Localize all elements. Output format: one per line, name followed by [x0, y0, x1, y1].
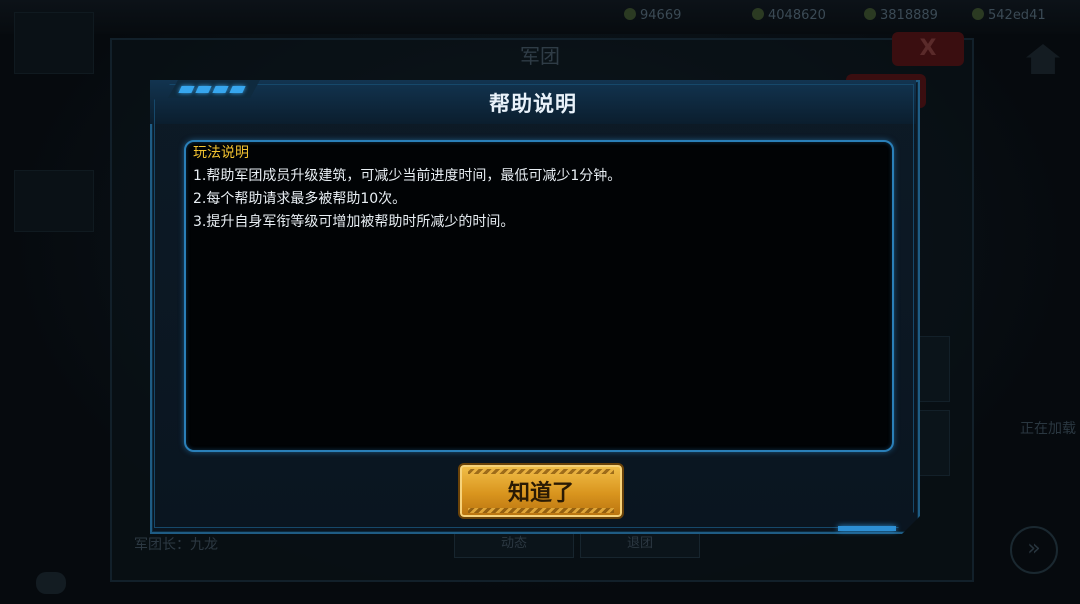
right-side-slot[interactable]	[916, 336, 950, 402]
loading-text: 正在加载	[1020, 421, 1076, 437]
help-line: 2.每个帮助请求最多被帮助10次。	[193, 191, 407, 207]
help-content-box	[184, 140, 894, 452]
double-chevron-icon[interactable]: »	[1010, 526, 1058, 574]
side-slot[interactable]	[14, 170, 94, 232]
help-line: 1.帮助军团成员升级建筑，可减少当前进度时间，最低可减少1分钟。	[193, 168, 622, 184]
confirm-button[interactable]: 知道了	[458, 463, 624, 519]
corner-glow-decoration	[838, 526, 896, 531]
button-hatch-decoration	[468, 508, 614, 513]
section-heading: 玩法说明	[193, 145, 249, 161]
dynamics-button[interactable]: 动态	[454, 530, 574, 558]
legion-leader-label: 军团长：九龙	[134, 537, 218, 553]
resource-icon	[624, 8, 636, 20]
resource-item: 542ed41	[972, 8, 1046, 23]
right-side-slot[interactable]	[916, 410, 950, 476]
quit-legion-button[interactable]: 退团	[580, 530, 700, 558]
legion-close-button[interactable]: X	[892, 32, 964, 66]
resource-item: 94669	[624, 8, 681, 23]
help-line: 3.提升自身军衔等级可增加被帮助时所减少的时间。	[193, 214, 515, 230]
resource-item: 3818889	[864, 8, 938, 23]
resource-item: 4048620	[752, 8, 826, 23]
resource-value: 94669	[640, 8, 682, 23]
resource-value: 4048620	[768, 8, 826, 23]
dialog-title: 帮助说明	[489, 92, 577, 116]
resource-icon	[752, 8, 764, 20]
button-hatch-decoration	[468, 469, 614, 474]
confirm-button-label: 知道了	[507, 481, 574, 506]
resource-icon	[864, 8, 876, 20]
resource-value: 3818889	[880, 8, 938, 23]
resource-value: 542ed41	[988, 8, 1046, 23]
chat-icon[interactable]	[36, 572, 66, 594]
avatar-slot[interactable]	[14, 12, 94, 74]
resource-icon	[972, 8, 984, 20]
